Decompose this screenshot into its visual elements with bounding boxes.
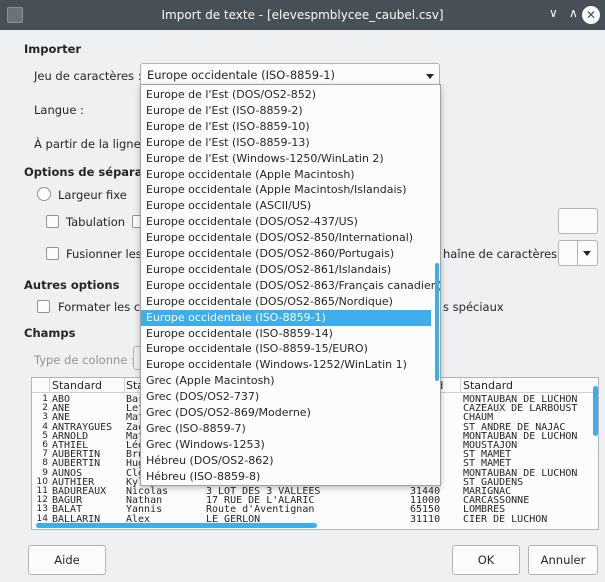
chevron-down-icon xyxy=(583,251,591,256)
charset-option[interactable]: Europe occidentale (Apple Macintosh/Isla… xyxy=(141,182,431,198)
maximize-icon[interactable]: ∧ xyxy=(569,6,578,20)
charset-option[interactable]: Grec (DOS/OS2-737) xyxy=(141,389,431,405)
fields-heading: Champs xyxy=(24,326,76,340)
charset-option[interactable]: Grec (DOS/OS2-869/Moderne) xyxy=(141,405,431,421)
column-type-label: Type de colonne : xyxy=(34,353,135,367)
title-bar: Import de texte - [elevespmblycee_caubel… xyxy=(0,0,605,30)
table-cell: 31110 xyxy=(410,513,441,525)
charset-option[interactable]: Europe de l'Est (Windows-1250/WinLatin 2… xyxy=(141,151,431,167)
horizontal-scrollbar[interactable] xyxy=(36,523,317,528)
string-delimiter-label: haîne de caractères : xyxy=(443,247,565,261)
column-header[interactable]: Standard xyxy=(463,379,513,392)
ok-button[interactable]: OK xyxy=(452,545,520,575)
other-options-heading: Autres options xyxy=(24,278,120,292)
other-separator-input[interactable] xyxy=(558,208,598,234)
help-button[interactable]: Aide xyxy=(28,545,106,575)
charset-option[interactable]: Europe de l'Est (ISO-8859-10) xyxy=(141,119,431,135)
string-delimiter-select[interactable] xyxy=(558,240,598,266)
column-header[interactable]: Standard xyxy=(52,379,102,392)
tab-checkbox[interactable] xyxy=(46,215,59,228)
charset-option[interactable]: Europe occidentale (Windows-1252/WinLati… xyxy=(141,357,431,373)
window-title: Import de texte - [elevespmblycee_caubel… xyxy=(161,8,444,22)
minimize-icon[interactable]: ∨ xyxy=(549,6,558,20)
language-label: Langue : xyxy=(34,103,84,117)
charset-option[interactable]: Europe occidentale (ISO-8859-1) xyxy=(141,309,431,326)
merge-delimiters-checkbox[interactable] xyxy=(46,247,59,260)
preview-vertical-scrollbar[interactable] xyxy=(593,386,598,436)
charset-label: Jeu de caractères : xyxy=(34,69,142,83)
charset-option[interactable]: Grec (Apple Macintosh) xyxy=(141,373,431,389)
charset-option[interactable]: Europe occidentale (DOS/OS2-861/Islandai… xyxy=(141,262,431,278)
fixed-width-radio[interactable] xyxy=(37,187,51,201)
charset-option[interactable]: Europe de l'Est (ISO-8859-13) xyxy=(141,135,431,151)
charset-option[interactable]: Europe de l'Est (DOS/OS2-852) xyxy=(141,87,431,103)
charset-option[interactable]: Hébreu (ISO-8859-8) xyxy=(141,469,431,485)
charset-option[interactable]: Europe occidentale (DOS/OS2-850/Internat… xyxy=(141,230,431,246)
chevron-down-icon xyxy=(426,74,434,79)
import-heading: Importer xyxy=(24,42,82,56)
charset-option[interactable]: Europe occidentale (DOS/OS2-865/Nordique… xyxy=(141,294,431,310)
charset-option[interactable]: Europe occidentale (ISO-8859-15/EURO) xyxy=(141,341,431,357)
charset-option[interactable]: Europe de l'Est (ISO-8859-2) xyxy=(141,103,431,119)
charset-option[interactable]: Europe occidentale (ISO-8859-14) xyxy=(141,326,431,342)
format-quoted-checkbox[interactable] xyxy=(37,300,50,313)
charset-dropdown-list[interactable]: Europe de l'Est (DOS/OS2-852) Europe de l… xyxy=(140,84,441,486)
cancel-button[interactable]: Annuler xyxy=(528,545,598,575)
merge-delimiters-label: Fusionner les s xyxy=(66,247,152,261)
charset-option[interactable]: Hébreu (DOS/OS2-862) xyxy=(141,453,431,469)
charset-option[interactable]: Grec (ISO-8859-7) xyxy=(141,421,431,437)
charset-value: Europe occidentale (ISO-8859-1) xyxy=(147,68,336,82)
charset-option[interactable]: Europe occidentale (DOS/OS2-437/US) xyxy=(141,214,431,230)
close-icon[interactable]: ✕ xyxy=(582,6,600,24)
charset-option[interactable]: Grec (Windows-1253) xyxy=(141,437,431,453)
dropdown-scrollbar[interactable] xyxy=(435,263,439,381)
charset-option[interactable]: Europe occidentale (ASCII/US) xyxy=(141,198,431,214)
charset-option[interactable]: Europe occidentale (DOS/OS2-860/Portugai… xyxy=(141,246,431,262)
table-cell: CIER DE LUCHON xyxy=(463,513,548,525)
charset-option[interactable]: Europe occidentale (Apple Macintosh) xyxy=(141,167,431,183)
tab-label: Tabulation xyxy=(66,215,126,229)
charset-option[interactable]: Europe occidentale (DOS/OS2-863/Français… xyxy=(141,278,440,294)
fixed-width-label: Largeur fixe xyxy=(58,188,127,202)
from-line-label: À partir de la ligne : xyxy=(34,137,149,151)
special-numbers-label: s spéciaux xyxy=(443,300,504,314)
